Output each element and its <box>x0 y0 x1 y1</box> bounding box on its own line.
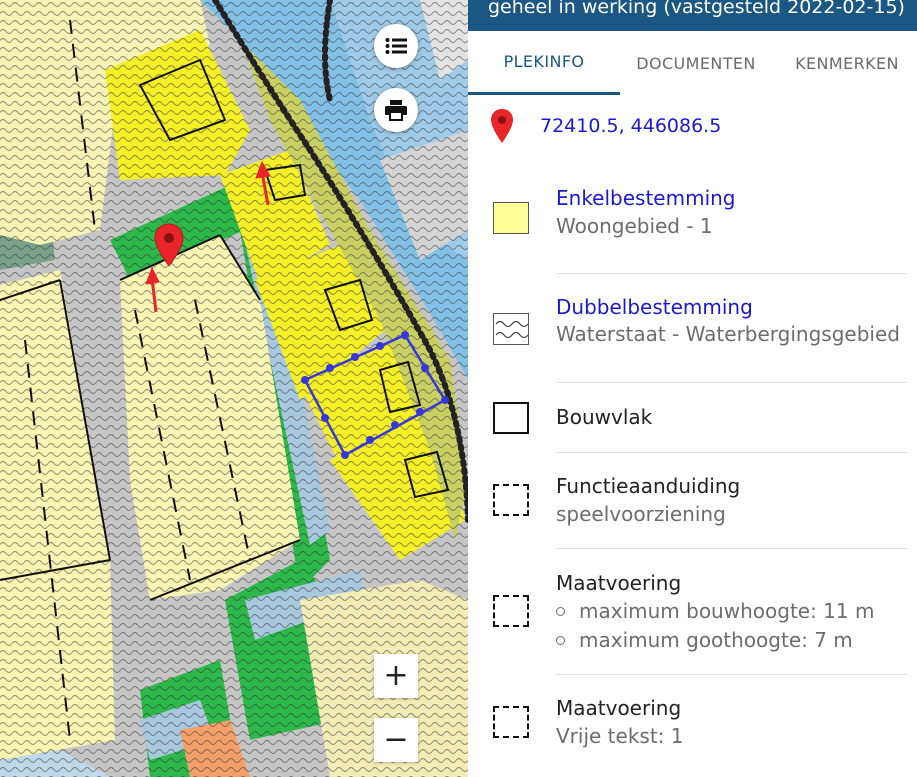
solid-outline-swatch-icon <box>493 402 529 434</box>
map-pin-icon[interactable] <box>153 222 185 268</box>
wavy-pattern-swatch-icon <box>493 313 529 345</box>
legend-subtitle: Woongebied - 1 <box>556 214 713 238</box>
tab-documenten[interactable]: DOCUMENTEN <box>620 31 772 95</box>
legend-bullet: maximum bouwhoogte: 11 m <box>556 599 874 623</box>
bullet-icon <box>556 635 565 645</box>
print-button[interactable] <box>374 88 418 132</box>
print-icon <box>384 99 408 121</box>
divider <box>556 273 907 274</box>
list-icon <box>385 37 407 55</box>
plan-status-header: geheel in werking (vastgesteld 2022-02-1… <box>468 0 917 31</box>
legend-title-maatvoering: Maatvoering <box>556 696 682 720</box>
plan-status-text: geheel in werking (vastgesteld 2022-02-1… <box>488 0 905 18</box>
legend-title-maatvoering: Maatvoering <box>556 571 682 595</box>
tab-plekinfo[interactable]: PLEKINFO <box>468 31 620 95</box>
legend-title-bouwvlak: Bouwvlak <box>556 405 653 429</box>
info-panel: geheel in werking (vastgesteld 2022-02-1… <box>468 0 917 777</box>
legend-title-functieaanduiding: Functieaanduiding <box>556 474 741 498</box>
coordinate-row: 72410.5, 446086.5 <box>490 108 721 144</box>
dashed-outline-swatch-icon <box>493 706 529 738</box>
tab-kenmerken[interactable]: KENMERKEN <box>772 31 917 95</box>
legend-list-button[interactable] <box>374 24 418 68</box>
dashed-outline-swatch-icon <box>493 484 529 516</box>
map-pin-icon <box>490 108 514 144</box>
zoom-in-button[interactable]: + <box>374 654 418 698</box>
bullet-icon <box>556 606 565 616</box>
divider <box>556 382 907 383</box>
tab-bar: PLEKINFO DOCUMENTEN KENMERKEN <box>468 31 917 95</box>
legend-subtitle: Vrije tekst: 1 <box>556 724 684 748</box>
coordinates-link[interactable]: 72410.5, 446086.5 <box>540 115 721 137</box>
zoom-out-button[interactable]: − <box>374 718 418 762</box>
divider <box>556 674 907 675</box>
dashed-outline-swatch-icon <box>493 595 529 627</box>
divider <box>556 548 907 549</box>
legend-title-enkelbestemming[interactable]: Enkelbestemming <box>556 186 736 210</box>
divider <box>556 452 907 453</box>
map-view[interactable]: + − <box>0 0 468 777</box>
legend-subtitle: Waterstaat - Waterbergingsgebied <box>556 322 900 346</box>
legend-bullet-text: maximum bouwhoogte: 11 m <box>579 599 875 623</box>
yellow-fill-swatch-icon <box>493 202 529 234</box>
legend-bullet-text: maximum goothoogte: 7 m <box>579 628 853 652</box>
legend-subtitle: speelvoorziening <box>556 502 726 526</box>
legend-title-dubbelbestemming[interactable]: Dubbelbestemming <box>556 295 753 319</box>
legend-bullet: maximum goothoogte: 7 m <box>556 628 853 652</box>
